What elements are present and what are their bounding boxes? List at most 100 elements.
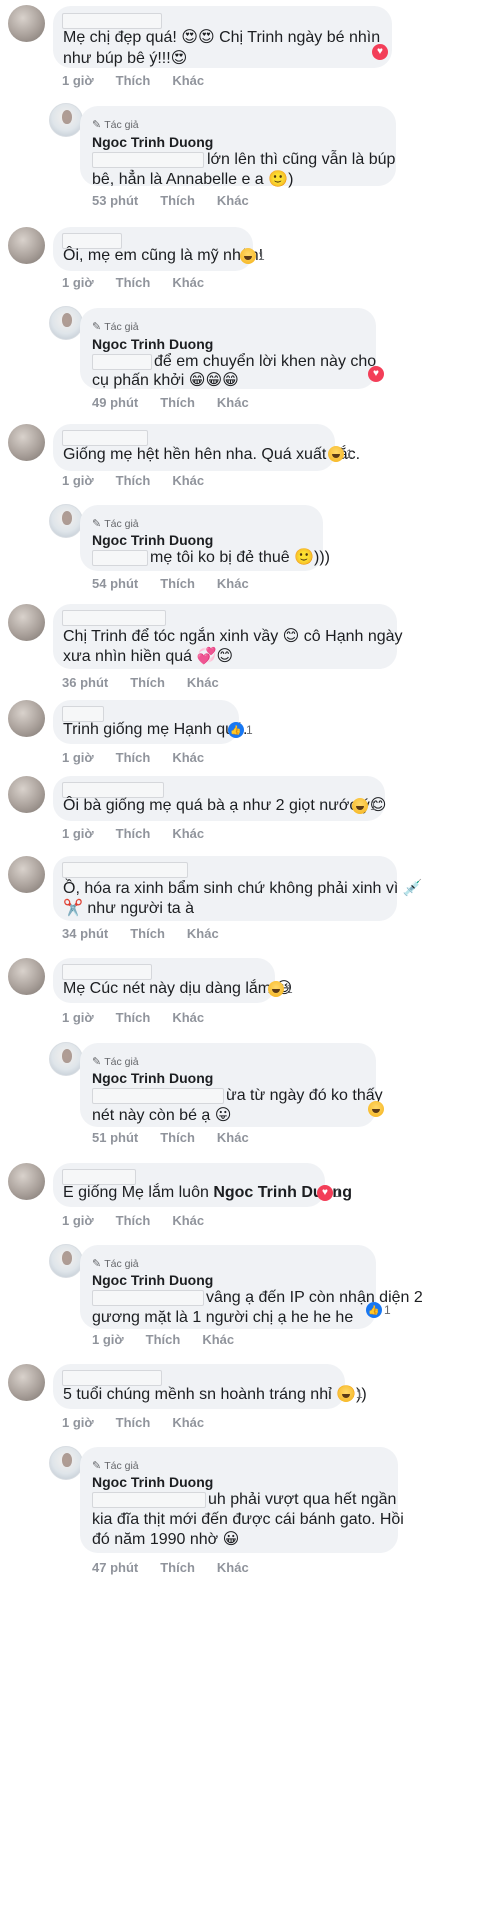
comment-text: Giống mẹ hệt hền hên nha. Quá xuất sắc. (63, 446, 361, 463)
comment-meta: 53 phút Thích Khác (92, 193, 271, 208)
comment-time[interactable]: 1 giờ (62, 1213, 94, 1228)
comment-meta: 1 giờ Thích Khác (62, 750, 226, 765)
avatar[interactable] (8, 424, 45, 461)
author-name[interactable]: Ngoc Trinh Duong (92, 1472, 213, 1493)
author-name[interactable]: Ngoc Trinh Duong (92, 132, 213, 153)
more-button[interactable]: Khác (217, 395, 249, 410)
reaction-badge[interactable]: ♥ (372, 44, 388, 60)
like-button[interactable]: Thích (130, 926, 165, 941)
comment-text: 5 tuổi chúng mềnh sn hoành tráng nhỉ 🙂)) (63, 1386, 367, 1403)
comment-meta: 1 giờ Thích Khác (62, 473, 226, 488)
avatar[interactable] (8, 5, 45, 42)
like-button[interactable]: Thích (160, 1560, 195, 1575)
reaction-badge[interactable]: 👍 1 (366, 1302, 391, 1318)
comment-bubble: ✎ Tác giả Ngoc Trinh Duong uh phải vượt q… (80, 1447, 404, 1553)
comment-meta: 1 giờ Thích Khác (62, 826, 226, 841)
comment-time[interactable]: 36 phút (62, 675, 108, 690)
comment-text: nét này còn bé ạ 😛 (92, 1107, 232, 1124)
more-button[interactable]: Khác (172, 73, 204, 88)
author-avatar[interactable] (49, 1042, 83, 1076)
reaction-badge[interactable]: 👍 1 (228, 722, 253, 738)
comment-text: như búp bê ý!!!😍 (63, 50, 188, 67)
reaction-badge[interactable]: 1 (338, 1386, 363, 1402)
more-button[interactable]: Khác (172, 275, 204, 290)
comment-time[interactable]: 53 phút (92, 193, 138, 208)
avatar[interactable] (8, 604, 45, 641)
more-button[interactable]: Khác (187, 926, 219, 941)
reaction-badge[interactable]: ♥ (368, 366, 384, 382)
more-button[interactable]: Khác (217, 576, 249, 591)
comment-meta: 49 phút Thích Khác (92, 395, 271, 410)
comment-time[interactable]: 1 giờ (62, 1010, 94, 1025)
comment-time[interactable]: 1 giờ (62, 73, 94, 88)
author-avatar[interactable] (49, 103, 83, 137)
like-button[interactable]: Thích (116, 275, 151, 290)
comment-time[interactable]: 1 giờ (62, 750, 94, 765)
author-name[interactable]: Ngoc Trinh Duong (92, 1068, 213, 1089)
reaction-badge[interactable]: 1 (268, 981, 293, 997)
avatar[interactable] (8, 1163, 45, 1200)
comment-text: uh phải vượt qua hết ngần (208, 1491, 397, 1508)
avatar[interactable] (8, 958, 45, 995)
like-button[interactable]: Thích (116, 1415, 151, 1430)
comment-time[interactable]: 34 phút (62, 926, 108, 941)
reaction-badge[interactable]: 1 (328, 446, 353, 462)
reaction-badge[interactable]: 1 (352, 798, 377, 814)
like-button[interactable]: Thích (160, 576, 195, 591)
comment-text: bê, hẳn là Annabelle e a 🙂) (92, 171, 294, 188)
like-button[interactable]: Thích (116, 826, 151, 841)
more-button[interactable]: Khác (172, 1010, 204, 1025)
like-button[interactable]: Thích (160, 395, 195, 410)
avatar[interactable] (8, 776, 45, 813)
avatar[interactable] (8, 227, 45, 264)
comment-text: Mẹ chị đẹp quá! 😍😍 Chị Trinh ngày bé nhì… (63, 29, 381, 46)
like-button[interactable]: Thích (160, 1130, 195, 1145)
reaction-badge[interactable]: 1 (240, 248, 265, 264)
like-button[interactable]: Thích (130, 675, 165, 690)
comment-text: gương mặt là 1 người chị ạ he he he (92, 1309, 354, 1326)
more-button[interactable]: Khác (217, 1560, 249, 1575)
avatar[interactable] (8, 856, 45, 893)
comment-time[interactable]: 1 giờ (62, 473, 94, 488)
reaction-badge[interactable] (368, 1101, 384, 1117)
more-button[interactable]: Khác (172, 826, 204, 841)
comment-text: E giống Mẹ lắm luôn Ngoc Trinh Duong (63, 1182, 352, 1203)
like-button[interactable]: Thích (116, 473, 151, 488)
comment-meta: 1 giờ Thích Khác (62, 73, 226, 88)
more-button[interactable]: Khác (172, 1415, 204, 1430)
more-button[interactable]: Khác (217, 1130, 249, 1145)
more-button[interactable]: Khác (172, 473, 204, 488)
more-button[interactable]: Khác (217, 193, 249, 208)
like-button[interactable]: Thích (160, 193, 195, 208)
comment-bubble: ✎ Tác giả Ngoc Trinh Duong để em chuyển l… (80, 308, 376, 389)
comment-time[interactable]: 47 phút (92, 1560, 138, 1575)
comment-bubble: Ôi bà giống mẹ quá bà ạ như 2 giọt nước … (53, 776, 386, 821)
author-avatar[interactable] (49, 306, 83, 340)
more-button[interactable]: Khác (172, 750, 204, 765)
comment-time[interactable]: 1 giờ (62, 1415, 94, 1430)
like-button[interactable]: Thích (116, 1010, 151, 1025)
comment-time[interactable]: 51 phút (92, 1130, 138, 1145)
comment-time[interactable]: 54 phút (92, 576, 138, 591)
comment-text: Ôi, mẹ em cũng là mỹ nhân! (63, 247, 264, 264)
author-name[interactable]: Ngoc Trinh Duong (92, 1270, 213, 1291)
author-avatar[interactable] (49, 1446, 83, 1480)
more-button[interactable]: Khác (202, 1332, 234, 1347)
author-avatar[interactable] (49, 504, 83, 538)
avatar[interactable] (8, 1364, 45, 1401)
comment-time[interactable]: 1 giờ (92, 1332, 124, 1347)
author-avatar[interactable] (49, 1244, 83, 1278)
reaction-badge[interactable]: ♥ 1 (317, 1185, 342, 1201)
comment-time[interactable]: 1 giờ (62, 826, 94, 841)
more-button[interactable]: Khác (172, 1213, 204, 1228)
like-button[interactable]: Thích (116, 1213, 151, 1228)
like-button[interactable]: Thích (146, 1332, 181, 1347)
comment-bubble: Mẹ Cúc nét này dịu dàng lắm 😆 (53, 958, 292, 1003)
avatar[interactable] (8, 700, 45, 737)
comment-time[interactable]: 1 giờ (62, 275, 94, 290)
comment-time[interactable]: 49 phút (92, 395, 138, 410)
more-button[interactable]: Khác (187, 675, 219, 690)
comment-text: mẹ tôi ko bị đẻ thuê 🙂))) (150, 549, 330, 566)
like-button[interactable]: Thích (116, 750, 151, 765)
like-button[interactable]: Thích (116, 73, 151, 88)
